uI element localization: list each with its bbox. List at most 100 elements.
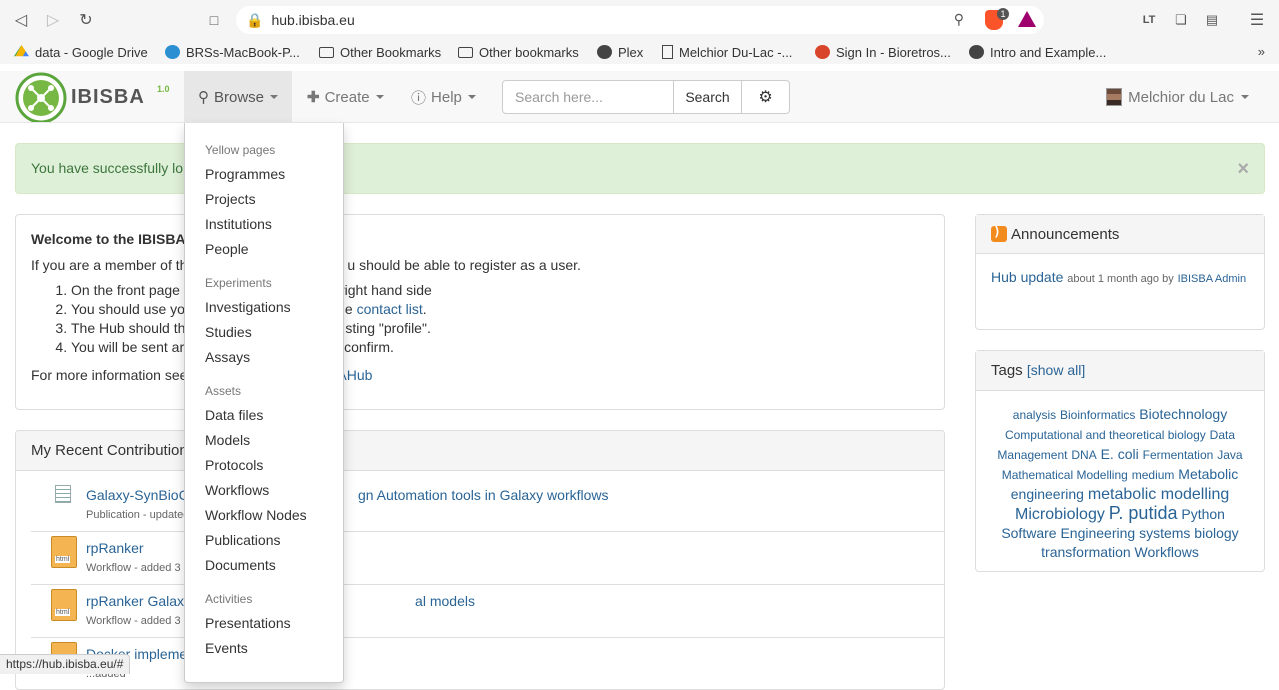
announcement-link[interactable]: Hub update [991, 269, 1063, 285]
rss-icon[interactable] [991, 224, 1007, 242]
tag-link[interactable]: Bioinformatics [1060, 408, 1135, 422]
help-menu[interactable]: ⓘ Help [397, 71, 490, 123]
menu-icon[interactable]: ☰ [1249, 11, 1265, 29]
dropdown-item-presentations[interactable]: Presentations [205, 615, 291, 631]
tag-link[interactable]: Software Engineering [1001, 525, 1135, 541]
tag-link[interactable]: DNA [1071, 448, 1096, 462]
dropdown-item-projects[interactable]: Projects [205, 191, 256, 207]
tag-link[interactable]: Fermentation [1143, 448, 1214, 462]
dropdown-item-assays[interactable]: Assays [205, 349, 250, 365]
address-bar[interactable]: 🔒 hub.ibisba.eu ⚲ [236, 6, 1044, 34]
lock-icon: 🔒 [246, 11, 264, 28]
dropdown-item-models[interactable]: Models [205, 432, 250, 448]
key-icon[interactable]: ⚲ [954, 11, 964, 28]
contribution-link[interactable]: rpRanker [86, 540, 144, 556]
dropdown-item-events[interactable]: Events [205, 640, 248, 656]
dropdown-item-investigations[interactable]: Investigations [205, 299, 291, 315]
reload-icon[interactable]: ↻ [75, 9, 97, 31]
contribution-meta: Publication - updated 5 [86, 509, 199, 521]
back-icon[interactable]: ◁ [10, 9, 32, 31]
recent-contributions-panel: My Recent Contributions Galaxy-SynBioCAI… [15, 430, 945, 690]
bookmark-bioretro[interactable]: Sign In - Bioretros... [815, 43, 951, 61]
dropdown-item-publications[interactable]: Publications [205, 532, 281, 548]
bioretro-icon [815, 45, 830, 59]
search-button[interactable]: Search [673, 80, 742, 114]
bookmark-icon[interactable]: □ [203, 9, 225, 31]
announcement-time: about 1 month ago by [1067, 273, 1174, 285]
extension-doc-icon[interactable]: ▤ [1204, 11, 1220, 29]
extension-lt-icon[interactable]: LT [1141, 11, 1157, 29]
list-item: rpRanker Galaxy wal models Workflow - ad… [31, 585, 944, 638]
dropdown-item-workflow-nodes[interactable]: Workflow Nodes [205, 507, 307, 523]
caret-down-icon [1241, 95, 1249, 99]
dropdown-item-data-files[interactable]: Data files [205, 407, 263, 423]
bookmark-google-drive[interactable]: data - Google Drive [14, 43, 148, 61]
dropdown-item-people[interactable]: People [205, 241, 249, 257]
browser-toolbar: ◁ ▷ ↻ □ 🔒 hub.ibisba.eu ⚲ 1 LT ❏ ▤ ☰ [0, 0, 1279, 40]
create-menu[interactable]: ✚ Create [293, 71, 398, 123]
dropdown-header: Assets [205, 384, 242, 398]
contribution-link[interactable]: Galaxy-SynBioCAI gn Automation tools in G… [86, 487, 609, 503]
browse-dropdown: Yellow pages Programmes Projects Institutio… [184, 123, 344, 683]
bookmark-folder-other-2[interactable]: Other bookmarks [458, 43, 579, 61]
bookmarks-more-icon[interactable]: » [1258, 44, 1265, 59]
tag-link[interactable]: analysis [1013, 408, 1056, 422]
dropdown-item-documents[interactable]: Documents [205, 557, 276, 573]
tag-cloud: analysis Bioinformatics Biotechnology Co… [976, 391, 1264, 576]
bookmark-intro[interactable]: Intro and Example... [969, 43, 1106, 61]
list-item: rpRanker Workflow - added 3 mo [31, 532, 944, 585]
tag-link[interactable]: Python [1181, 506, 1225, 522]
search-settings-button[interactable]: ⚙ [741, 80, 790, 114]
list-item: Docker implement ...added [31, 638, 944, 689]
announcement-author[interactable]: IBISBA Admin [1178, 273, 1246, 285]
tag-link[interactable]: Mathematical Modelling [1002, 468, 1128, 482]
globe-icon [165, 45, 180, 59]
tag-link[interactable]: Java [1217, 448, 1242, 462]
tag-link[interactable]: E. coli [1101, 446, 1139, 462]
dropdown-header: Experiments [205, 276, 272, 290]
extension-stack-icon[interactable]: ❏ [1173, 11, 1189, 29]
ibisba-logo[interactable]: IBISBA 1.0 [15, 72, 175, 124]
user-name: Melchior du Lac [1128, 88, 1234, 106]
brave-shield-badge: 1 [997, 8, 1009, 20]
bookmark-folder-other-1[interactable]: Other Bookmarks [319, 43, 441, 61]
brave-rewards-icon[interactable] [1018, 11, 1036, 27]
dropdown-header: Yellow pages [205, 143, 276, 157]
show-all-tags-link[interactable]: [show all] [1027, 362, 1085, 378]
dropdown-item-institutions[interactable]: Institutions [205, 216, 272, 232]
tag-link[interactable]: P. putida [1109, 503, 1178, 523]
list-item: Galaxy-SynBioCAI gn Automation tools in G… [31, 479, 944, 532]
plus-icon: ✚ [307, 89, 320, 106]
welcome-intro: If you are a member of th u should be abl… [31, 257, 581, 273]
tag-link[interactable]: systems biology [1139, 525, 1239, 541]
dropdown-item-workflows[interactable]: Workflows [205, 482, 269, 498]
user-menu[interactable]: Melchior du Lac [1106, 71, 1249, 123]
html-file-icon [51, 589, 77, 621]
gear-icon: ⚙ [758, 89, 773, 106]
dropdown-item-protocols[interactable]: Protocols [205, 457, 263, 473]
tag-link[interactable]: medium [1132, 468, 1175, 482]
welcome-panel: Welcome to the IBISBA If you are a membe… [15, 214, 945, 410]
dropdown-item-programmes[interactable]: Programmes [205, 166, 285, 182]
forward-icon[interactable]: ▷ [42, 9, 64, 31]
tag-link[interactable]: Biotechnology [1139, 406, 1227, 422]
tag-link[interactable]: metabolic modelling [1088, 486, 1229, 503]
tag-link[interactable]: Computational and theoretical biology [1005, 428, 1206, 442]
bookmark-plex[interactable]: Plex [597, 43, 643, 61]
bookmark-melchior[interactable]: Melchior Du-Lac -... [662, 43, 792, 61]
browse-menu[interactable]: ⚲ Browse [184, 71, 293, 123]
search-input[interactable] [502, 80, 674, 114]
logo-text: IBISBA [71, 86, 145, 108]
close-icon[interactable]: × [1237, 158, 1249, 181]
html-file-icon [51, 536, 77, 568]
welcome-more: For more information see AHub [31, 367, 373, 383]
bookmark-macbook[interactable]: BRSs-MacBook-P... [165, 43, 300, 61]
dropdown-item-studies[interactable]: Studies [205, 324, 252, 340]
tag-link[interactable]: Microbiology [1015, 506, 1105, 523]
bookmarks-bar: data - Google Drive BRSs-MacBook-P... Ot… [0, 40, 1279, 64]
publication-icon [55, 485, 71, 503]
announcement-item: Hub update about 1 month ago by IBISBA A… [976, 254, 1264, 303]
contact-list-link[interactable]: contact list [357, 301, 423, 317]
tag-link[interactable]: transformation [1041, 544, 1130, 560]
tag-link[interactable]: Workflows [1135, 544, 1199, 560]
